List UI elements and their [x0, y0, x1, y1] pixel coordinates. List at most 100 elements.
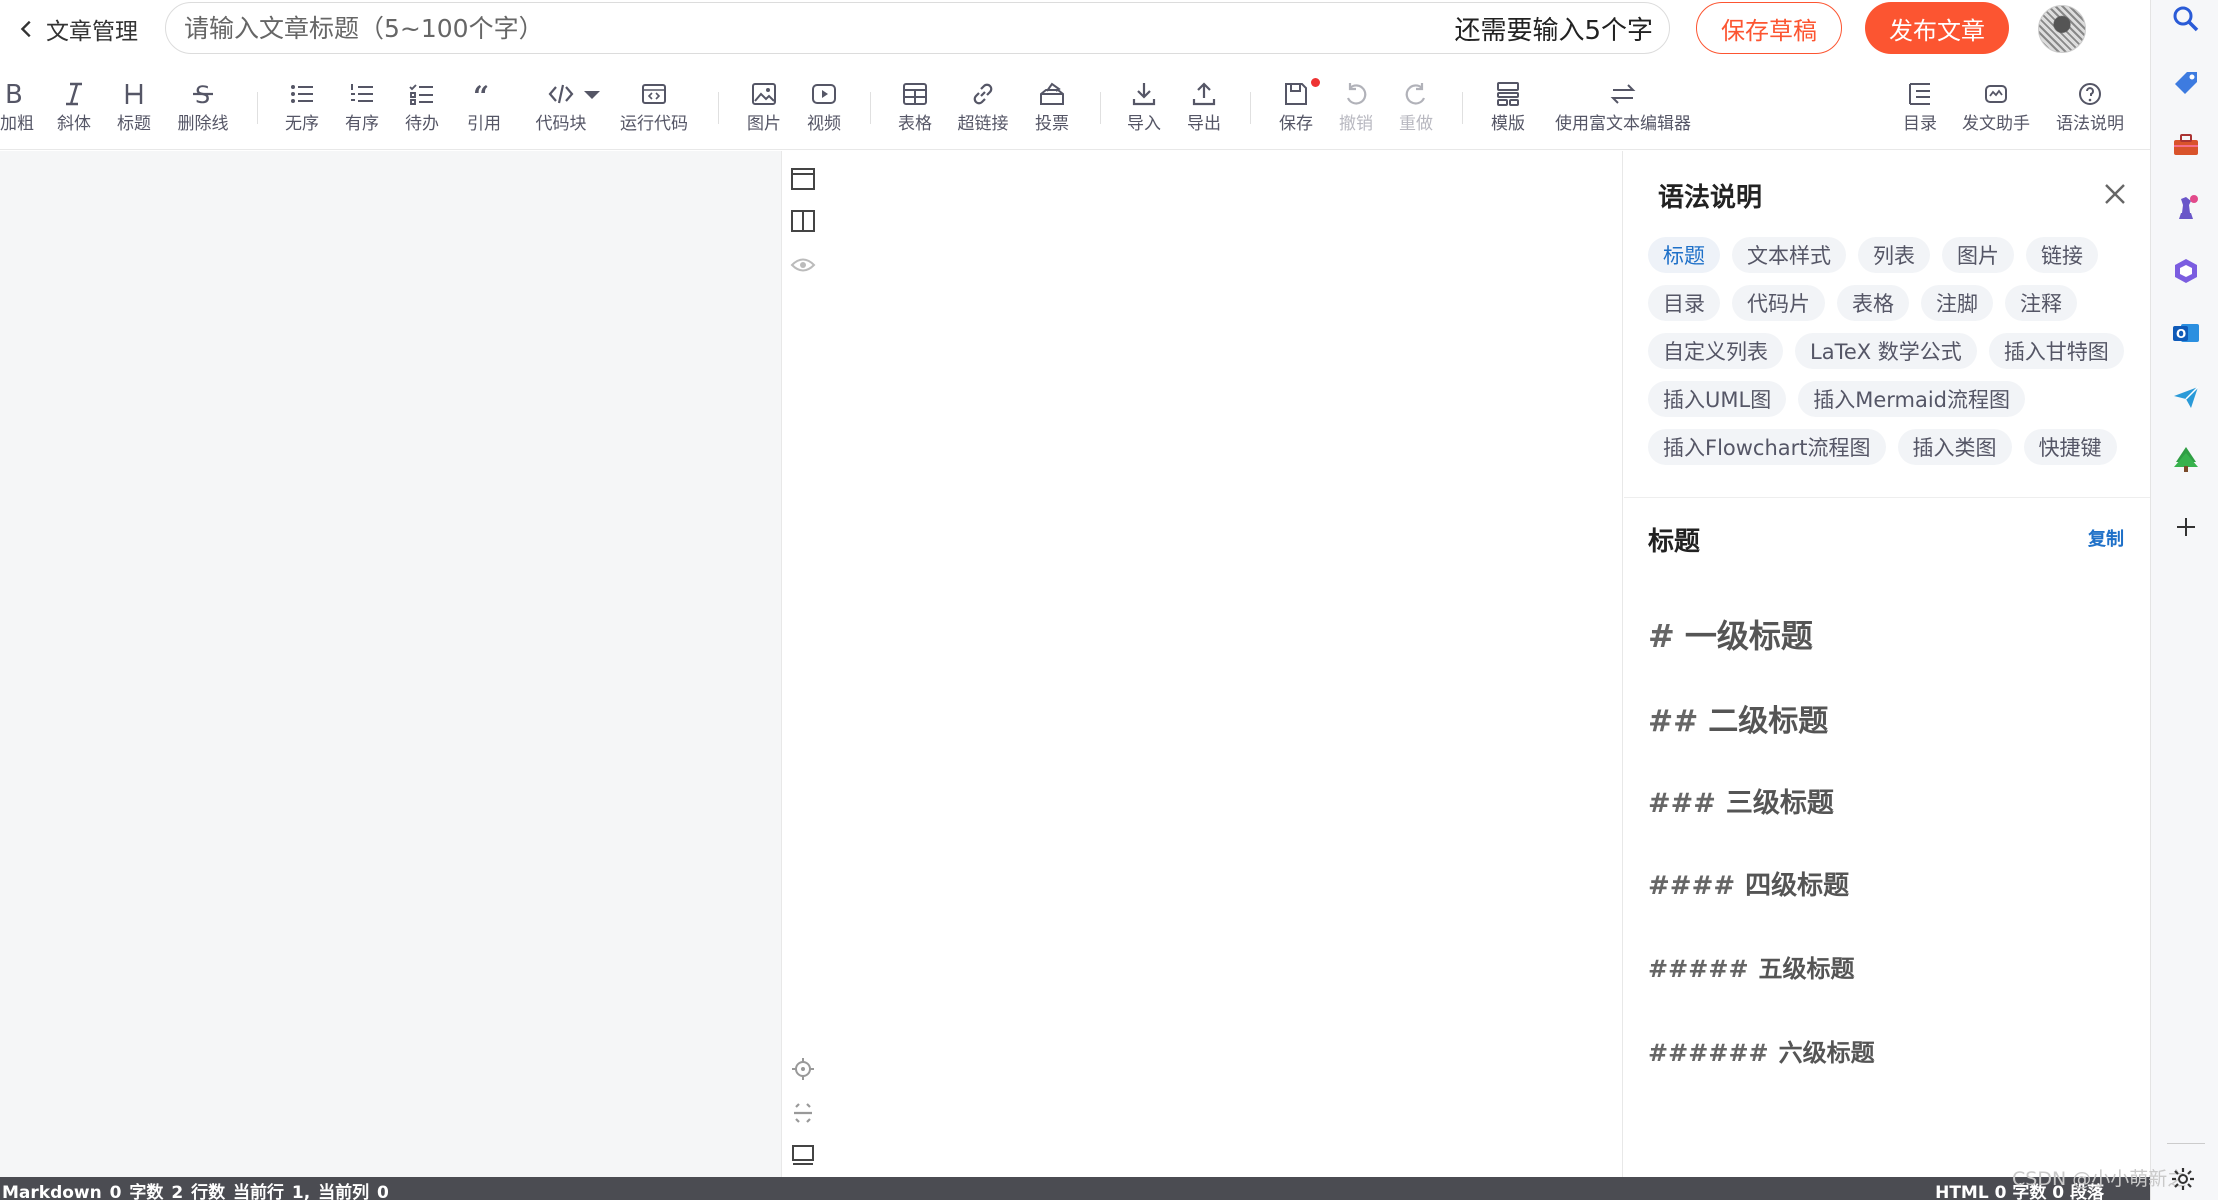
image-icon	[752, 83, 776, 105]
vote-button[interactable]: 投票	[1030, 70, 1074, 146]
syntax-chip[interactable]: 插入Flowchart流程图	[1648, 429, 1886, 465]
ordered-list-button[interactable]: 有序	[340, 70, 384, 146]
rail-send-button[interactable]	[2171, 382, 2201, 412]
syntax-chip[interactable]: 插入类图	[1897, 429, 2012, 465]
table-button[interactable]: 表格	[893, 70, 937, 146]
toc-button[interactable]: 目录	[1898, 70, 1942, 146]
image-button[interactable]: 图片	[742, 70, 786, 146]
syntax-chip[interactable]: 注释	[2005, 285, 2077, 321]
rail-add-button[interactable]	[2171, 512, 2201, 542]
paper-plane-icon	[2174, 386, 2199, 408]
gear-icon[interactable]	[2170, 1166, 2196, 1192]
help-circle-icon	[2079, 83, 2101, 105]
markdown-editor[interactable]	[0, 151, 782, 1177]
syntax-chip[interactable]: 注脚	[1921, 285, 1993, 321]
tree-icon	[2174, 447, 2198, 472]
strikethrough-icon: S	[193, 81, 213, 108]
rail-games-button[interactable]	[2171, 193, 2201, 223]
syntax-help-button[interactable]: 语法说明	[2052, 70, 2128, 146]
assistant-icon	[1985, 85, 2007, 103]
save-draft-button[interactable]: 保存草稿	[1696, 2, 1842, 54]
editor-window: 文章管理 还需要输入5个字 保存草稿 发布文章 B 加粗 斜体 标题 S 删除线…	[0, 0, 2218, 1200]
strikethrough-button[interactable]: S 删除线	[172, 70, 234, 146]
fullscreen-toggle[interactable]	[788, 1140, 818, 1170]
hyperlink-button[interactable]: 超链接	[952, 70, 1014, 146]
syntax-chip[interactable]: 代码片	[1732, 285, 1825, 321]
syntax-chip[interactable]: 目录	[1648, 285, 1720, 321]
run-code-button[interactable]: 运行代码	[616, 70, 692, 146]
preview-toggle[interactable]	[788, 250, 818, 280]
rail-toolbox-button[interactable]	[2171, 130, 2201, 160]
syntax-chip[interactable]: 自定义列表	[1648, 333, 1783, 369]
rail-divider	[2167, 1143, 2205, 1144]
sync-scroll-button[interactable]	[788, 1098, 818, 1128]
syntax-chip[interactable]: LaTeX 数学公式	[1795, 333, 1977, 369]
redo-icon	[1405, 83, 1426, 105]
syntax-chip[interactable]: 图片	[1942, 237, 2014, 273]
syntax-chip[interactable]: 列表	[1858, 237, 1930, 273]
title-field[interactable]: 还需要输入5个字	[165, 2, 1670, 54]
syntax-chip[interactable]: 链接	[2026, 237, 2098, 273]
publish-button[interactable]: 发布文章	[1865, 2, 2009, 54]
eye-icon	[790, 258, 816, 272]
unordered-list-button[interactable]: 无序	[280, 70, 324, 146]
italic-button[interactable]: 斜体	[52, 70, 96, 146]
heading-button[interactable]: 标题	[112, 70, 156, 146]
syntax-chip[interactable]: 插入UML图	[1648, 381, 1787, 417]
import-button[interactable]: 导入	[1122, 70, 1166, 146]
unsaved-indicator	[1311, 78, 1320, 87]
todo-list-button[interactable]: 待办	[400, 70, 444, 146]
syntax-chip[interactable]: 文本样式	[1732, 237, 1846, 273]
syntax-chip[interactable]: 表格	[1837, 285, 1909, 321]
link-icon	[973, 83, 993, 105]
split-view-toggle[interactable]	[788, 206, 818, 236]
syntax-chip[interactable]: 插入Mermaid流程图	[1798, 381, 2025, 417]
template-button[interactable]: 模版	[1486, 70, 1530, 146]
video-button[interactable]: 视频	[802, 70, 846, 146]
markdown-toolbar: B 加粗 斜体 标题 S 删除线 无序 有序 待办 “ 引用 代码块 运行代码 …	[0, 70, 2150, 150]
status-bar: Markdown 0 字数 2 行数 当前行 1, 当前列 0 HTML 0 字…	[0, 1177, 2150, 1200]
download-icon	[1132, 83, 1156, 106]
syntax-chip[interactable]: 插入甘特图	[1988, 333, 2124, 369]
avatar[interactable]	[2038, 5, 2086, 53]
example-h1: # 一级标题	[1648, 617, 1813, 655]
undo-button[interactable]: 撤销	[1334, 70, 1378, 146]
close-icon[interactable]	[2100, 179, 2130, 209]
syntax-chip[interactable]: 标题	[1648, 237, 1720, 273]
preview-pane	[783, 151, 1623, 1177]
export-button[interactable]: 导出	[1182, 70, 1226, 146]
example-h4: #### 四级标题	[1648, 871, 1850, 901]
markdown-stats: Markdown 0 字数 2 行数 当前行 1, 当前列 0	[2, 1183, 389, 1200]
single-column-toggle[interactable]	[788, 164, 818, 194]
rail-search-button[interactable]	[2171, 4, 2201, 34]
copy-button[interactable]: 复制	[2088, 525, 2124, 551]
rail-copilot-button[interactable]	[2171, 256, 2201, 286]
toolbar-separator	[257, 92, 258, 124]
title-input[interactable]	[184, 13, 1455, 43]
code-block-dropdown[interactable]	[584, 70, 600, 146]
quote-button[interactable]: “ 引用	[462, 70, 506, 146]
watermark: CSDN @小小萌新之	[2012, 1168, 2187, 1190]
toolbar-separator	[1250, 92, 1251, 124]
table-icon	[903, 83, 927, 105]
redo-button[interactable]: 重做	[1394, 70, 1438, 146]
outlook-icon: O	[2173, 324, 2199, 342]
rail-outlook-button[interactable]: O	[2171, 318, 2201, 348]
section-title: 标题	[1648, 527, 1701, 557]
toolbar-separator	[1100, 92, 1101, 124]
locate-button[interactable]	[788, 1054, 818, 1084]
bold-button[interactable]: B 加粗	[0, 70, 34, 146]
rail-tree-button[interactable]	[2171, 444, 2201, 474]
divider	[1624, 497, 2150, 498]
publish-assistant-button[interactable]: 发文助手	[1958, 70, 2034, 146]
save-button[interactable]: 保存	[1274, 70, 1320, 146]
sync-scroll-icon	[794, 1103, 812, 1123]
template-icon	[1497, 82, 1519, 106]
bold-icon: B	[5, 80, 23, 108]
plus-icon	[2177, 518, 2195, 536]
rich-text-editor-button[interactable]: 使用富文本编辑器	[1548, 70, 1698, 146]
rail-tag-button[interactable]	[2171, 68, 2201, 98]
chess-icon	[2179, 195, 2198, 219]
syntax-chip[interactable]: 快捷键	[2023, 429, 2117, 465]
back-to-article-management[interactable]: 文章管理	[0, 0, 138, 57]
